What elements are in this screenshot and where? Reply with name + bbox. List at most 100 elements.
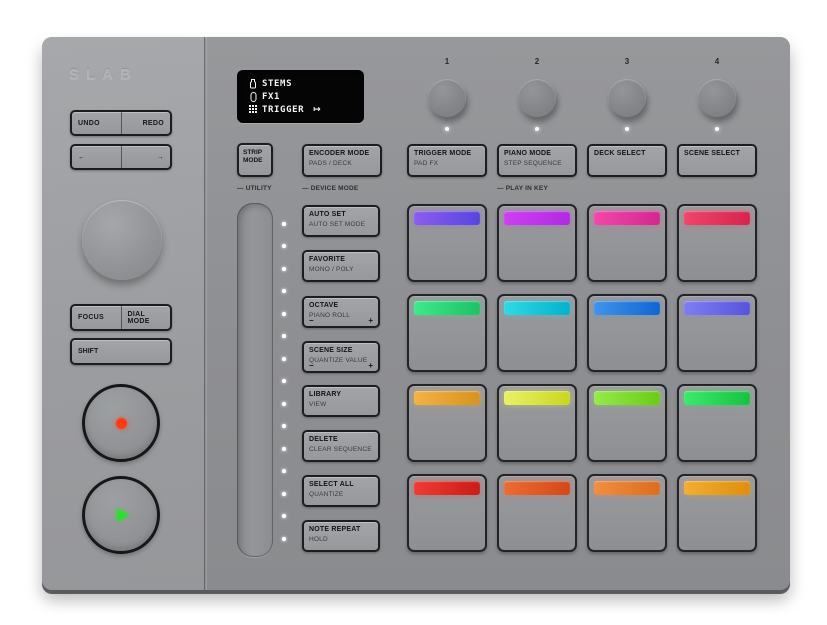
pad-led-strip [594,301,660,315]
scene-size-sub: QUANTIZE VALUE [309,357,373,364]
pad-r4c2[interactable] [497,474,577,552]
pad-r1c3[interactable] [587,204,667,282]
octave-sub: PIANO ROLL [309,312,373,319]
pad-r4c4[interactable] [677,474,757,552]
trigger-mode-sub: PAD FX [414,160,480,167]
pad-led-strip [684,481,750,495]
strip-led [282,312,286,316]
encoder-2-led [535,127,539,131]
pad-r3c1[interactable] [407,384,487,462]
record-button[interactable] [82,384,160,462]
favorite-button[interactable]: FAVORITE MONO / POLY [302,250,380,282]
redo-button[interactable]: REDO [122,112,171,134]
pad-r3c3[interactable] [587,384,667,462]
note-repeat-button[interactable]: NOTE REPEAT HOLD [302,520,380,552]
select-all-sub: QUANTIZE [309,491,373,498]
scene-size-title: SCENE SIZE [309,347,373,354]
focus-button[interactable]: FOCUS [72,306,121,329]
piano-mode-sub: STEP SEQUENCE [504,160,570,167]
strip-led [282,402,286,406]
oled-display: STEMS FX1 TRIGGER ↦ [237,70,364,123]
pad-led-strip [504,481,570,495]
encoder-1-group: 1 [407,57,487,131]
touch-strip[interactable] [237,203,273,557]
pad-r2c3[interactable] [587,294,667,372]
display-line-fx: FX1 [248,90,364,103]
device-mode-shift-label: — DEVICE MODE [302,185,358,192]
pad-led-strip [684,301,750,315]
strip-led [282,492,286,496]
encoder-3-label: 3 [587,57,667,66]
strip-mode-label-line2: MODE [243,157,267,165]
strip-led [282,447,286,451]
encoder-4-group: 4 [677,57,757,131]
pad-r2c1[interactable] [407,294,487,372]
minus-icon: − [309,361,314,370]
delete-title: DELETE [309,436,373,443]
library-button[interactable]: LIBRARY VIEW [302,385,380,417]
pad-r1c2[interactable] [497,204,577,282]
shift-button[interactable]: SHIFT [70,338,172,365]
select-all-title: SELECT ALL [309,481,373,488]
strip-led [282,424,286,428]
encoder-3-knob[interactable] [608,79,646,117]
encoder-2-label: 2 [497,57,577,66]
auto-set-button[interactable]: AUTO SET AUTO SET MODE [302,205,380,237]
pad-r4c1[interactable] [407,474,487,552]
pad-led-strip [594,211,660,225]
encoder-2-knob[interactable] [518,79,556,117]
strip-led [282,357,286,361]
pad-r1c1[interactable] [407,204,487,282]
pad-r2c4[interactable] [677,294,757,372]
select-all-button[interactable]: SELECT ALL QUANTIZE [302,475,380,507]
strip-led [282,222,286,226]
strip-led [282,537,286,541]
pad-r4c3[interactable] [587,474,667,552]
scene-select-title: SCENE SELECT [684,150,750,157]
encoder-4-label: 4 [677,57,757,66]
undo-button[interactable]: UNDO [72,112,121,134]
pad-r1c4[interactable] [677,204,757,282]
encoder-4-knob[interactable] [698,79,736,117]
strip-led [282,514,286,518]
note-repeat-sub: HOLD [309,536,373,543]
pad-r3c4[interactable] [677,384,757,462]
strip-led [282,334,286,338]
piano-mode-button[interactable]: PIANO MODE STEP SEQUENCE [497,144,577,177]
pad-led-strip [504,211,570,225]
encoder-mode-button[interactable]: ENCODER MODE PADS / DECK [302,144,382,177]
grid-icon [248,105,258,114]
nav-forward-button[interactable]: → [122,146,171,168]
pad-led-strip [504,301,570,315]
main-dial-knob[interactable] [82,200,162,280]
scene-size-button[interactable]: SCENE SIZE QUANTIZE VALUE − + [302,341,380,373]
pad-led-strip [414,391,480,405]
encoder-1-led [445,127,449,131]
piano-mode-title: PIANO MODE [504,150,570,157]
strip-mode-button[interactable]: STRIP MODE [237,143,273,177]
library-title: LIBRARY [309,391,373,398]
octave-button[interactable]: OCTAVE PIANO ROLL − + [302,296,380,328]
play-icon [117,508,129,522]
pad-led-strip [594,391,660,405]
strip-led [282,267,286,271]
trigger-mode-button[interactable]: TRIGGER MODE PAD FX [407,144,487,177]
deck-select-button[interactable]: DECK SELECT [587,144,667,177]
pad-led-strip [414,301,480,315]
pad-r2c2[interactable] [497,294,577,372]
encoder-mode-sub: PADS / DECK [309,160,375,167]
play-button[interactable] [82,476,160,554]
note-repeat-title: NOTE REPEAT [309,526,373,533]
encoder-3-group: 3 [587,57,667,131]
encoder-1-knob[interactable] [428,79,466,117]
trigger-mode-title: TRIGGER MODE [414,150,480,157]
display-line-trigger: TRIGGER ↦ [248,103,364,116]
nav-back-button[interactable]: ← [72,146,121,168]
dial-mode-button[interactable]: DIAL MODE [122,306,171,329]
delete-button[interactable]: DELETE CLEAR SEQUENCE [302,430,380,462]
plus-icon: + [368,316,373,325]
pad-r3c2[interactable] [497,384,577,462]
octave-title: OCTAVE [309,302,373,309]
scene-select-button[interactable]: SCENE SELECT [677,144,757,177]
encoder-2-group: 2 [497,57,577,131]
